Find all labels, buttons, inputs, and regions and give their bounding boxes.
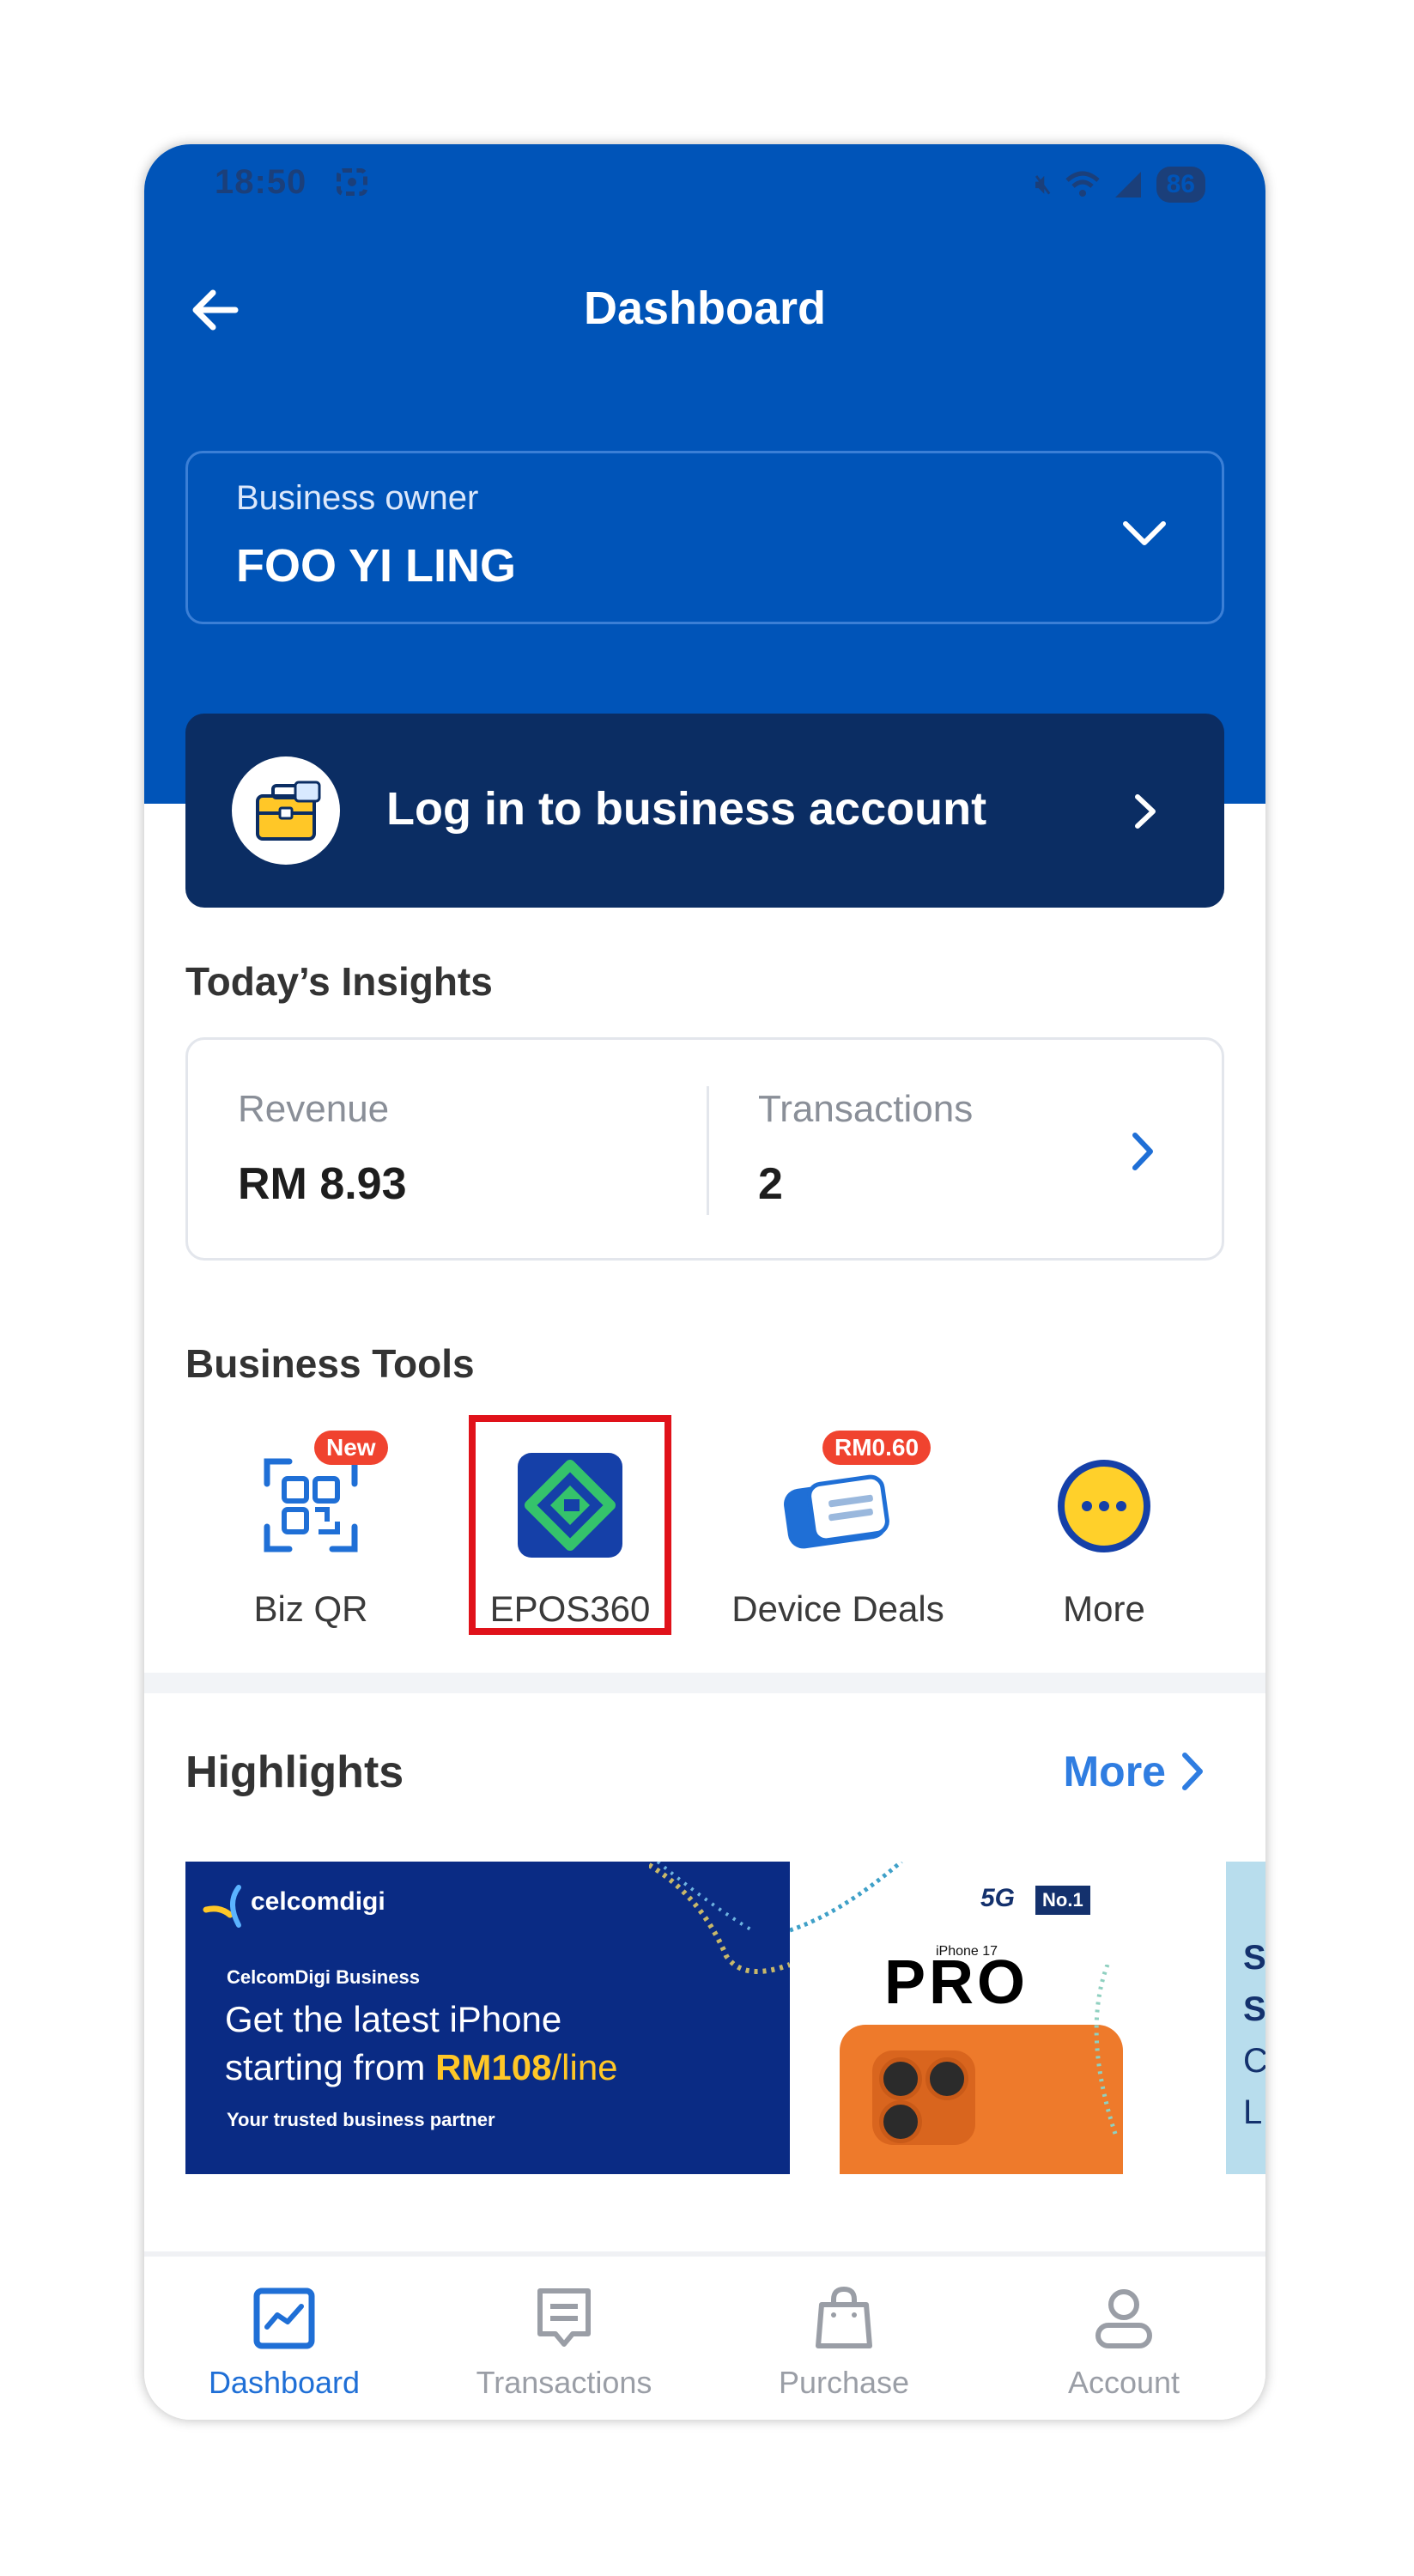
nav-purchase[interactable]: Purchase xyxy=(704,2257,984,2420)
login-business-account-button[interactable]: Log in to business account xyxy=(185,714,1224,908)
login-label: Log in to business account xyxy=(386,783,987,835)
qr-code-icon xyxy=(264,1458,358,1552)
celcomdigi-logo-icon xyxy=(203,1885,241,1928)
pro-wordmark: PRO xyxy=(884,1948,1029,2017)
banner-left-panel: celcomdigi CelcomDigi Business Get the l… xyxy=(185,1862,790,2174)
nav-dashboard[interactable]: Dashboard xyxy=(144,2257,424,2420)
receipt-icon xyxy=(537,2288,591,2347)
phone-screen: 18:50 🔇︎ 86 Dashboard Business owner FOO… xyxy=(144,144,1265,2420)
bottom-navigation: Dashboard Transactions Purchase Account xyxy=(144,2257,1265,2420)
banner-right-panel: 5G No.1 iPhone 17 PRO xyxy=(790,1862,1132,2174)
tool-device-deals[interactable]: RM0.60 Device Deals xyxy=(709,1431,967,1656)
tool-biz-qr[interactable]: New Biz QR xyxy=(182,1431,440,1656)
5g-badge: 5G xyxy=(980,1884,1016,1912)
shopping-bag-icon xyxy=(816,2286,872,2348)
transactions-label: Transactions xyxy=(758,1088,974,1130)
camera-lens xyxy=(879,2100,922,2143)
nav-label: Transactions xyxy=(476,2365,652,2400)
device-icon xyxy=(784,1474,889,1549)
status-time: 18:50 xyxy=(215,163,307,201)
revenue-value: RM 8.93 xyxy=(238,1159,407,1209)
owner-label: Business owner xyxy=(236,479,479,517)
insight-divider xyxy=(707,1086,709,1215)
peek-letter: S xyxy=(1243,1939,1265,1977)
wifi-icon xyxy=(1065,171,1100,197)
promo-banner-iphone[interactable]: celcomdigi CelcomDigi Business Get the l… xyxy=(185,1862,1132,2174)
more-dots-icon xyxy=(1058,1460,1150,1552)
page-title: Dashboard xyxy=(583,283,827,334)
status-bar: 18:50 🔇︎ 86 xyxy=(144,144,1265,230)
insights-card[interactable]: Revenue RM 8.93 Transactions 2 xyxy=(185,1037,1224,1261)
dashboard-chart-icon xyxy=(253,2287,315,2349)
owner-name: FOO YI LING xyxy=(236,540,517,592)
banner-price-suffix: /line xyxy=(551,2047,618,2087)
screen-record-icon xyxy=(337,168,367,196)
top-app-bar: Dashboard xyxy=(144,264,1265,350)
tool-label: Device Deals xyxy=(731,1589,944,1629)
chevron-right-icon xyxy=(1182,1753,1203,1790)
chevron-right-icon xyxy=(1135,794,1156,829)
camera-lens xyxy=(879,2057,922,2100)
insights-title: Today’s Insights xyxy=(185,959,493,1004)
nav-account[interactable]: Account xyxy=(984,2257,1264,2420)
status-icons: 🔇︎ 86 xyxy=(1035,167,1205,203)
no1-badge: No.1 xyxy=(1035,1886,1090,1915)
banner-subtitle: CelcomDigi Business xyxy=(227,1966,420,1988)
battery-indicator: 86 xyxy=(1156,167,1205,203)
highlights-title: Highlights xyxy=(185,1747,404,1797)
banner-price: RM108 xyxy=(435,2047,552,2087)
camera-bump xyxy=(872,2050,975,2145)
peek-letter: C xyxy=(1243,2042,1265,2080)
briefcase-icon xyxy=(232,756,340,865)
confetti-decoration xyxy=(790,1862,903,1933)
tool-label: More xyxy=(1063,1589,1145,1629)
nav-label: Purchase xyxy=(778,2365,910,2400)
epos360-highlight-box xyxy=(469,1415,671,1635)
new-badge: New xyxy=(314,1431,388,1465)
banner-line-1: Get the latest iPhone xyxy=(225,1999,562,2039)
business-tools-title: Business Tools xyxy=(185,1341,475,1386)
more-link-label: More xyxy=(1063,1747,1166,1795)
price-badge: RM0.60 xyxy=(822,1431,932,1465)
section-separator xyxy=(144,1673,1265,1693)
business-owner-selector[interactable]: Business owner FOO YI LING xyxy=(185,451,1224,624)
banner-tagline: Your trusted business partner xyxy=(227,2109,495,2130)
transactions-value: 2 xyxy=(758,1159,783,1209)
nav-label: Account xyxy=(1067,2365,1180,2400)
revenue-label: Revenue xyxy=(238,1088,390,1130)
banner-line-2: starting from RM108/line xyxy=(225,2047,618,2088)
highlights-more-link[interactable]: More xyxy=(1064,1747,1205,1796)
person-icon xyxy=(1095,2289,1152,2348)
confetti-decoration xyxy=(1094,1965,1119,2136)
chevron-right-icon[interactable] xyxy=(1131,1131,1155,1172)
tool-label: Biz QR xyxy=(253,1589,368,1629)
mute-icon: 🔇︎ xyxy=(1035,170,1052,198)
peek-letter: L xyxy=(1243,2093,1263,2131)
nav-transactions[interactable]: Transactions xyxy=(424,2257,704,2420)
camera-lens xyxy=(925,2057,968,2100)
nav-label: Dashboard xyxy=(208,2365,361,2400)
signal-icon xyxy=(1114,172,1141,197)
banner-line-2-prefix: starting from xyxy=(225,2047,436,2087)
confetti-decoration xyxy=(649,1862,790,1974)
tool-more[interactable]: More xyxy=(975,1432,1233,1656)
peek-letter: S xyxy=(1243,1990,1265,2028)
chevron-down-icon xyxy=(1123,521,1166,545)
banner-brand: celcomdigi xyxy=(251,1887,385,1916)
